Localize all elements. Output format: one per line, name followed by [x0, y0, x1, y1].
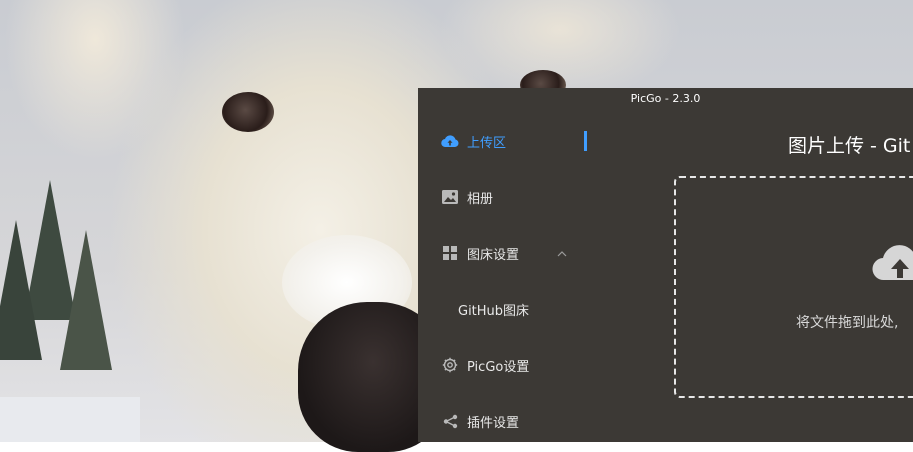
bear-eye [222, 92, 274, 132]
wallpaper-snow [0, 397, 140, 442]
window-titlebar[interactable]: PicGo - 2.3.0 [418, 88, 913, 110]
sidebar-item-gallery[interactable]: 相册 [418, 179, 618, 215]
cloud-upload-icon [441, 132, 459, 150]
sidebar-item-picbed-settings[interactable]: 图床设置 [418, 235, 618, 271]
sidebar: 上传区 相册 图床设置 GitHub图床 PicGo设置 插件设置 [418, 110, 618, 442]
sidebar-item-label: 上传区 [467, 135, 507, 151]
wallpaper-tree [60, 230, 112, 370]
gear-icon [441, 356, 459, 374]
sidebar-item-label: 图床设置 [467, 247, 520, 263]
sidebar-item-label: GitHub图床 [458, 303, 530, 319]
sidebar-item-label: 插件设置 [467, 415, 520, 431]
cloud-upload-icon [872, 238, 913, 286]
dropzone-text: 将文件拖到此处, [796, 315, 899, 331]
sidebar-item-label: PicGo设置 [467, 359, 530, 375]
window-title: PicGo - 2.3.0 [630, 92, 701, 105]
page-title: 图片上传 - Git [788, 135, 911, 157]
sidebar-item-upload[interactable]: 上传区 [418, 123, 618, 159]
chevron-up-icon [557, 247, 567, 260]
image-icon [441, 188, 459, 206]
sidebar-item-label: 相册 [467, 191, 494, 207]
upload-area: 图片上传 - Git 将文件拖到此处, [618, 110, 913, 442]
upload-dropzone[interactable]: 将文件拖到此处, [674, 176, 913, 398]
wallpaper-tree [0, 220, 42, 360]
picgo-window: PicGo - 2.3.0 上传区 相册 图床设置 GitHub图床 PicGo… [418, 88, 913, 442]
sidebar-item-plugin-settings[interactable]: 插件设置 [418, 403, 618, 439]
sidebar-item-picgo-settings[interactable]: PicGo设置 [418, 347, 618, 383]
share-icon [441, 412, 459, 430]
active-indicator [584, 131, 587, 151]
grid-icon [441, 244, 459, 262]
